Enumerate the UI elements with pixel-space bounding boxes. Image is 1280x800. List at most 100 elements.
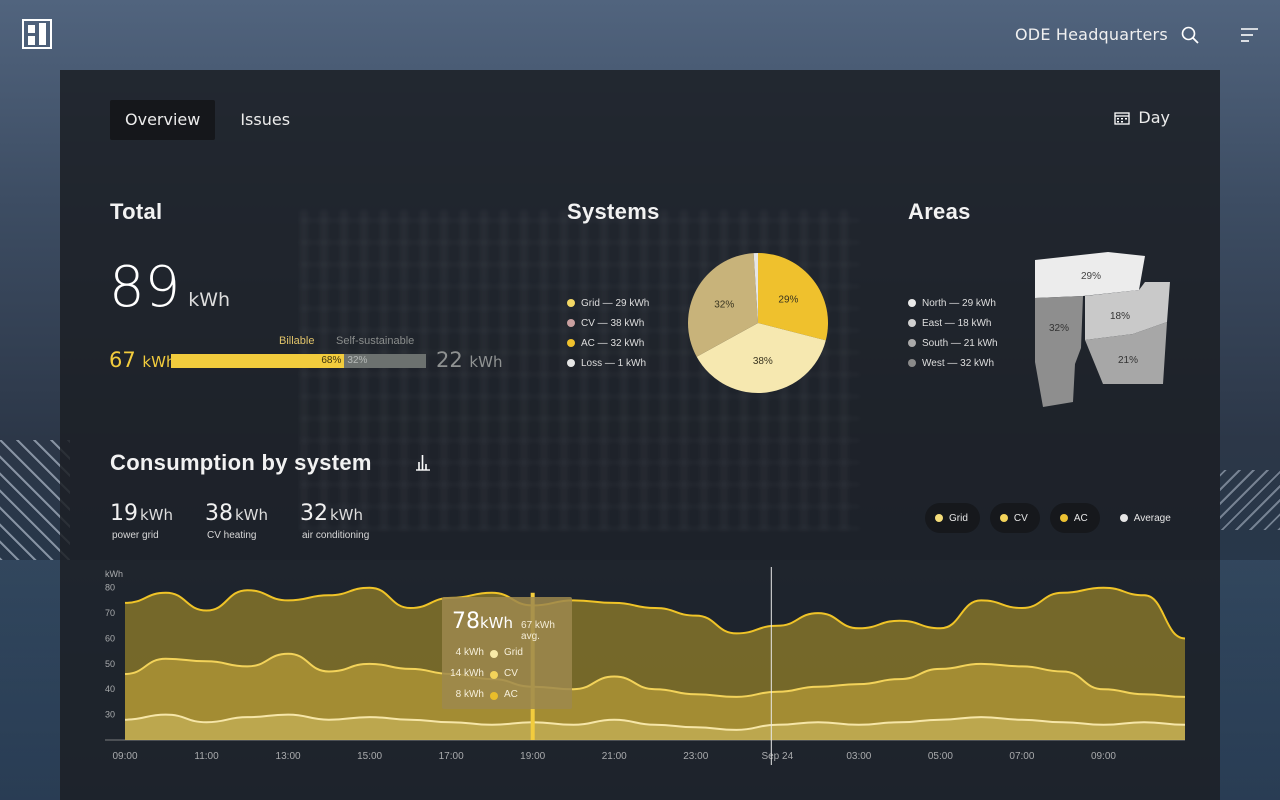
x-tick-label: 19:00 xyxy=(520,751,545,762)
site-name[interactable]: ODE Headquarters xyxy=(1015,25,1168,44)
y-axis-unit: kWh xyxy=(105,569,123,579)
consumption-title: Consumption by system xyxy=(110,450,372,475)
x-tick-label: 11:00 xyxy=(194,751,219,762)
systems-title: Systems xyxy=(567,199,660,224)
systems-pie-chart: 29% 38% 32% xyxy=(688,253,828,393)
legend-dot xyxy=(908,339,916,347)
x-tick-label: Sep 24 xyxy=(761,751,793,762)
legend-dot xyxy=(490,650,498,658)
kpi-unit: kWh xyxy=(235,506,269,524)
area-south-label: 21% xyxy=(1118,355,1138,366)
area-west-label: 32% xyxy=(1049,323,1069,334)
legend-dot xyxy=(567,359,575,367)
x-tick-label: 21:00 xyxy=(602,751,627,762)
billable-progress-bar: 68% 32% xyxy=(171,354,426,368)
area-west[interactable] xyxy=(1035,296,1083,407)
y-tick-label: 50 xyxy=(105,659,115,669)
total-value: 89 kWh xyxy=(109,255,230,320)
legend-item-grid: Grid — 29 kWh xyxy=(567,293,649,313)
legend-dot xyxy=(1119,514,1128,522)
billable-label: Billable xyxy=(279,335,315,347)
consumption-area-chart[interactable]: kWh 30 40 50 60 70 80 09:00 11:00 13:00 15:00 17:00… xyxy=(105,565,1185,770)
legend-item-loss: Loss — 1 kWh xyxy=(567,353,649,373)
toggle-cv[interactable]: CV xyxy=(989,503,1040,533)
x-tick-label: 09:00 xyxy=(1091,751,1116,762)
tooltip-unit: kWh xyxy=(480,614,514,632)
areas-floor-map: 29% 32% 18% 21% xyxy=(1035,252,1170,407)
kpi-value: 38 xyxy=(205,501,233,526)
legend-dot xyxy=(567,299,575,307)
kpi-value: 32 xyxy=(300,501,328,526)
tooltip-row-cv: 14 kWh CV xyxy=(450,668,518,679)
legend-dot xyxy=(490,692,498,700)
kpi-air-conditioning: 32 kWh air conditioning xyxy=(300,501,369,541)
x-tick-label: 03:00 xyxy=(846,751,871,762)
building-logo-icon[interactable] xyxy=(22,19,52,49)
toggle-ac[interactable]: AC xyxy=(1049,503,1100,533)
billable-split: 67 kWh Billable Self-sustainable 68% 32%… xyxy=(109,335,509,376)
tab-issues[interactable]: Issues xyxy=(225,100,305,140)
tab-overview[interactable]: Overview xyxy=(110,100,216,140)
tooltip-average: 67 kWh avg. xyxy=(521,620,555,642)
x-tick-label: 15:00 xyxy=(357,751,382,762)
kpi-label: power grid xyxy=(112,530,159,541)
total-number: 89 xyxy=(109,255,181,320)
calendar-icon xyxy=(1114,111,1131,125)
toggle-grid[interactable]: Grid xyxy=(925,503,980,533)
legend-dot xyxy=(567,339,575,347)
legend-item-east: East — 18 kWh xyxy=(908,313,998,333)
x-tick-label: 13:00 xyxy=(276,751,301,762)
bar-chart-icon[interactable] xyxy=(415,453,431,471)
area-north-label: 29% xyxy=(1081,271,1101,282)
kpi-power-grid: 19 kWh power grid xyxy=(110,501,173,541)
legend-item-ac: AC — 32 kWh xyxy=(567,333,649,353)
systems-legend: Grid — 29 kWh CV — 38 kWh AC — 32 kWh Lo… xyxy=(567,293,649,373)
legend-dot xyxy=(999,514,1008,522)
total-unit: kWh xyxy=(188,289,231,311)
billable-percent: 68% xyxy=(321,355,342,366)
chart-tooltip: 78 kWh 67 kWh avg. 4 kWh Grid 14 kWh CV 8 … xyxy=(442,597,572,709)
y-tick-label: 60 xyxy=(105,633,115,643)
legend-dot xyxy=(567,319,575,327)
menu-icon[interactable] xyxy=(1241,27,1259,43)
background-bridge-right xyxy=(1220,470,1280,530)
y-tick-label: 70 xyxy=(105,608,115,618)
kpi-cv-heating: 38 kWh CV heating xyxy=(205,501,268,541)
pie-slice-label: 38% xyxy=(753,356,773,367)
self-sustainable-bar-segment: 32% xyxy=(344,354,426,368)
total-title: Total xyxy=(110,199,163,224)
tooltip-header: 78 kWh 67 kWh avg. xyxy=(452,609,572,642)
legend-item-north: North — 29 kWh xyxy=(908,293,998,313)
legend-dot xyxy=(908,319,916,327)
y-tick-label: 30 xyxy=(105,710,115,720)
tab-bar: Overview Issues xyxy=(110,100,315,140)
billable-bar-segment: 68% xyxy=(171,354,345,368)
legend-dot xyxy=(1059,514,1068,522)
search-icon[interactable] xyxy=(1181,26,1199,44)
series-toggle-legend: Grid CV AC Average xyxy=(925,503,1193,533)
areas-title: Areas xyxy=(908,199,971,224)
legend-dot xyxy=(908,299,916,307)
period-label: Day xyxy=(1138,108,1170,127)
self-sustainable-value: 22 kWh xyxy=(436,348,503,372)
toggle-average[interactable]: Average xyxy=(1110,503,1183,533)
self-sustainable-label: Self-sustainable xyxy=(336,335,415,347)
y-tick-label: 40 xyxy=(105,684,115,694)
kpi-unit: kWh xyxy=(140,506,174,524)
tooltip-total: 78 xyxy=(452,609,480,634)
period-selector[interactable]: Day xyxy=(1114,108,1170,127)
kpi-unit: kWh xyxy=(330,506,364,524)
legend-item-cv: CV — 38 kWh xyxy=(567,313,649,333)
legend-dot xyxy=(490,671,498,679)
kpi-label: air conditioning xyxy=(302,530,370,541)
legend-dot xyxy=(935,514,943,522)
billable-value: 67 kWh xyxy=(109,348,176,372)
x-tick-label: 07:00 xyxy=(1009,751,1034,762)
self-sustainable-percent: 32% xyxy=(347,355,368,366)
kpi-label: CV heating xyxy=(207,530,257,541)
areas-legend: North — 29 kWh East — 18 kWh South — 21 … xyxy=(908,293,998,373)
legend-item-west: West — 32 kWh xyxy=(908,353,998,373)
kpi-value: 19 xyxy=(110,501,138,526)
area-east-label: 18% xyxy=(1110,311,1130,322)
tooltip-row-ac: 8 kWh AC xyxy=(455,689,518,700)
